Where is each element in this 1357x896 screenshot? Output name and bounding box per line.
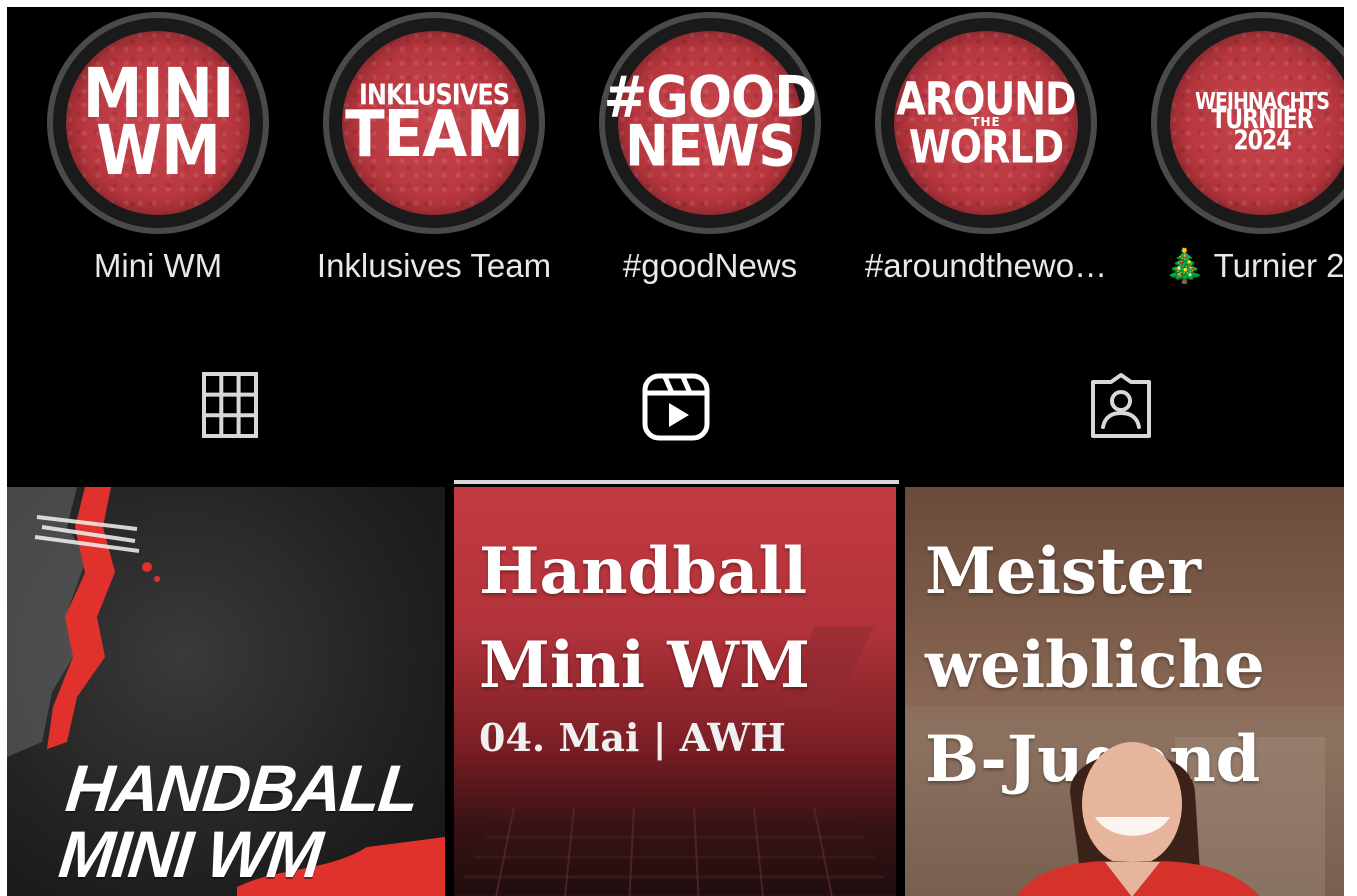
reels-icon [641,345,711,447]
highlight-cover: INKLUSIVES TEAM [342,31,526,215]
highlight-ring: MINI WM [47,12,269,234]
highlight-cover: WEIHNACHTS TURNIER 2024 [1170,31,1344,215]
highlight-label: Mini WM [93,247,223,284]
highlight-label: Inklusives Team [316,247,552,284]
highlight-ring: #GOOD NEWS [599,12,821,234]
reel-title: HANDBALL MINI WM [55,751,421,891]
highlight-cover: #GOOD NEWS [604,31,817,215]
reel-subtitle: 04. Mai | AWH [479,715,786,760]
reel-title-line: Meister [925,534,1201,609]
reel-title-line: weibliche [925,628,1265,703]
highlight-good-news[interactable]: #GOOD NEWS #goodNews [572,7,821,307]
tagged-icon [1087,345,1155,445]
reels-grid: HANDBALL MINI WM Handball Mini WM 04. Ma… [7,487,1344,896]
highlight-inklusives-team[interactable]: INKLUSIVES TEAM Inklusives Team [296,7,551,307]
reel-tile[interactable]: Meister weibliche B-Jugend [905,487,1344,896]
highlight-label: #aroundthewo… [864,247,1108,284]
player-photo [1016,742,1260,896]
tab-reels[interactable] [453,345,899,483]
reel-tile[interactable]: HANDBALL MINI WM [7,487,445,896]
reel-title: Handball Mini WM [479,525,810,713]
reel-tile[interactable]: Handball Mini WM 04. Mai | AWH [454,487,896,896]
tab-tagged[interactable] [898,345,1344,483]
highlight-ring: WEIHNACHTS TURNIER 2024 [1151,12,1344,234]
cover-text: AROUND [896,72,1076,126]
cover-text: TEAM [345,96,524,172]
cover-text: 2024 [1233,126,1291,157]
reel-title-line: Handball [479,534,808,609]
highlight-turnier-2024[interactable]: WEIHNACHTS TURNIER 2024 🎄 Turnier 24 [1124,7,1344,307]
reel-title-line: MINI WM [55,817,325,891]
highlight-ring: INKLUSIVES TEAM [323,12,545,234]
active-tab-indicator [454,480,899,484]
story-highlights: MINI WM Mini WM INKLUSIVES TEAM Inklusiv… [7,7,1344,307]
cover-text: WM [96,110,221,192]
highlight-mini-wm[interactable]: MINI WM Mini WM [20,7,269,307]
highlight-ring: AROUND THE WORLD [875,12,1097,234]
reel-title-line: HANDBALL [62,751,421,825]
tab-posts-grid[interactable] [7,345,453,483]
highlight-label: 🎄 Turnier 24 [1164,247,1344,284]
highlight-cover: MINI WM [66,31,250,215]
grid-icon [202,345,258,443]
highlight-around-the-world[interactable]: AROUND THE WORLD #aroundthewo… [848,7,1107,307]
profile-screen: MINI WM Mini WM INKLUSIVES TEAM Inklusiv… [7,7,1344,896]
cover-text: WORLD [908,120,1064,174]
cover-text: NEWS [625,113,796,180]
highlight-label: #goodNews [622,247,798,284]
highlight-cover: AROUND THE WORLD [894,31,1078,215]
reel-title-line: Mini WM [479,628,810,703]
profile-tabs [7,345,1344,484]
